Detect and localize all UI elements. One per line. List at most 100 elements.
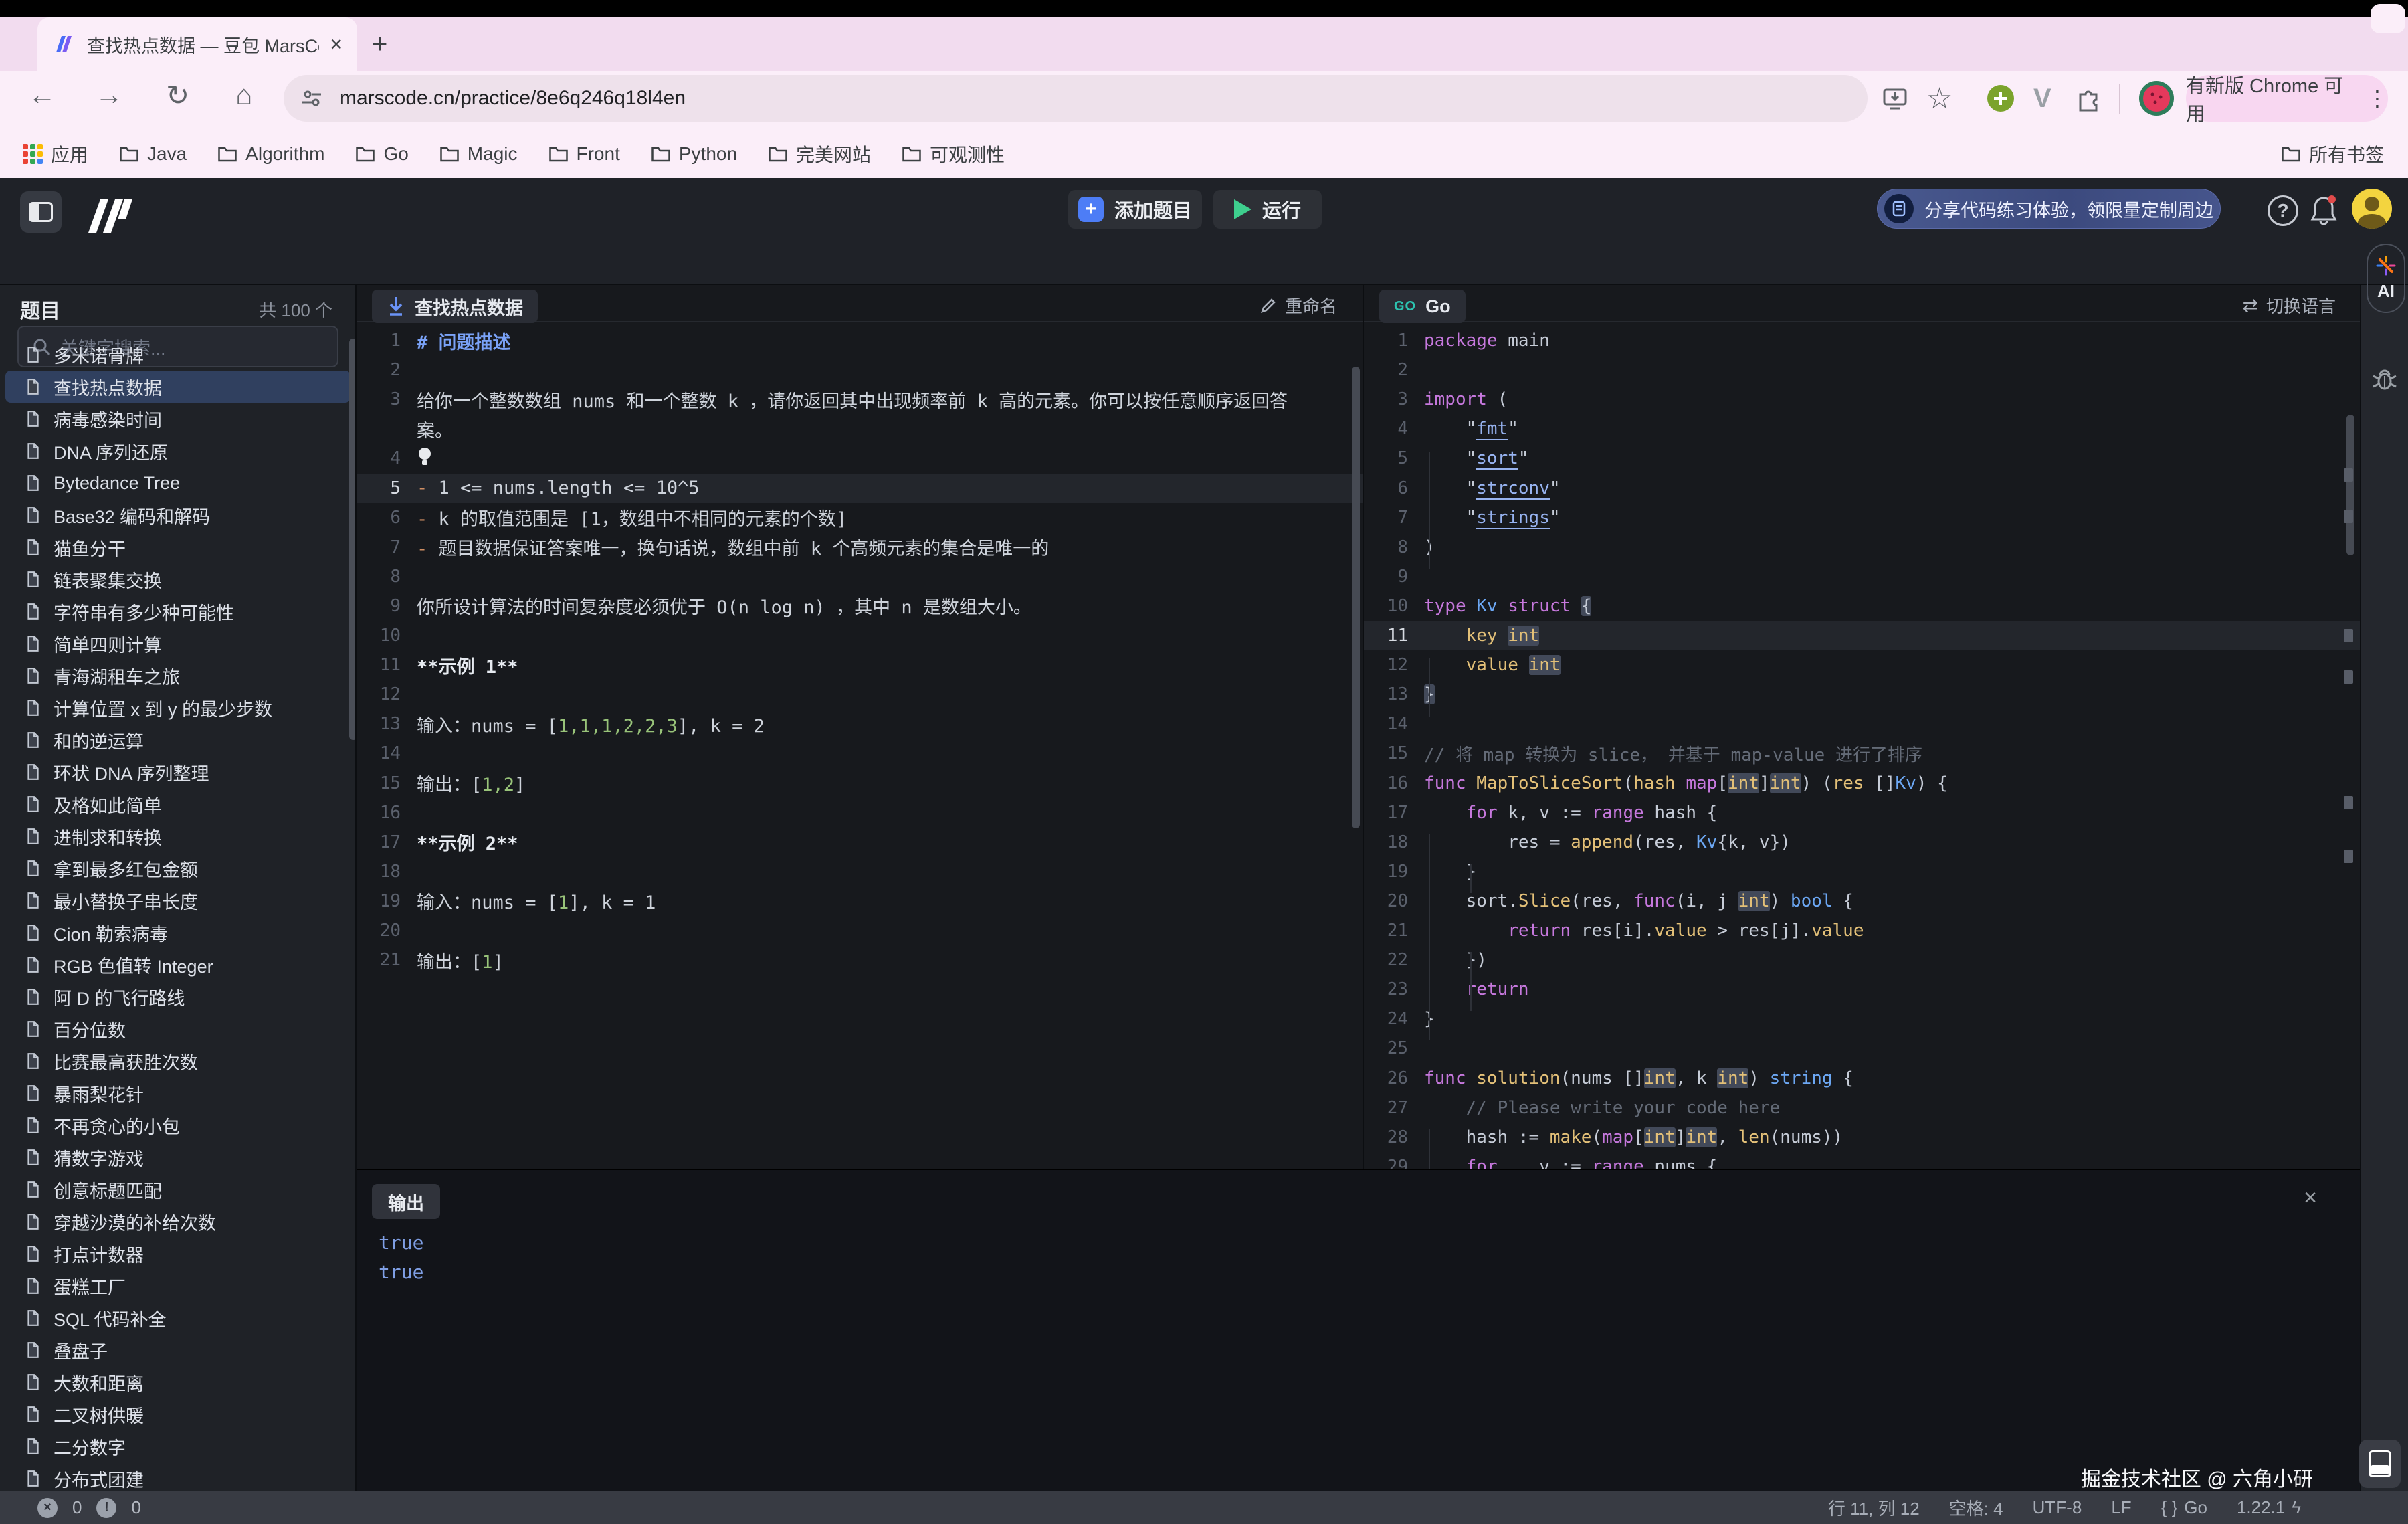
code-line[interactable]: 8) — [1364, 533, 2360, 562]
code-line[interactable]: 17**示例 2** — [357, 828, 1363, 857]
help-button[interactable]: ? — [2268, 195, 2298, 226]
code-line[interactable]: 5- 1 <= nums.length <= 10^5 — [357, 474, 1363, 503]
language-tab[interactable]: GO Go — [1379, 290, 1466, 323]
install-icon[interactable] — [1881, 75, 1909, 122]
sidebar-item[interactable]: 进制求和转换 — [5, 820, 350, 852]
code-line[interactable]: 20 — [357, 916, 1363, 945]
description-editor[interactable]: 1# 问题描述23给你一个整数数组 nums 和一个整数 k ，请你返回其中出现… — [357, 324, 1363, 1169]
code-line[interactable]: 11**示例 1** — [357, 650, 1363, 680]
code-line[interactable]: 19 } — [1364, 857, 2360, 886]
sidebar-item[interactable]: 创意标题匹配 — [5, 1173, 350, 1206]
tab-close-icon[interactable]: × — [330, 32, 342, 57]
bookmark-item[interactable]: 应用 — [23, 140, 88, 167]
sidebar-item[interactable]: Bytedance Tree — [5, 467, 350, 499]
home-icon[interactable]: ⌂ — [235, 79, 252, 111]
back-icon[interactable]: ← — [28, 79, 56, 111]
bookmark-item[interactable]: Algorithm — [217, 143, 324, 165]
sidebar-toggle-button[interactable] — [20, 191, 62, 233]
extensions-puzzle-icon[interactable] — [2075, 75, 2102, 122]
new-tab-button[interactable]: + — [372, 29, 387, 60]
sidebar-item[interactable]: 叠盘子 — [5, 1334, 350, 1366]
output-tab[interactable]: 输出 — [372, 1184, 440, 1219]
sidebar-item[interactable]: 计算位置 x 到 y 的最少步数 — [5, 692, 350, 724]
sidebar-item[interactable]: 链表聚集交换 — [5, 563, 350, 595]
code-line[interactable]: 16 — [357, 798, 1363, 828]
code-line[interactable]: 7- 题目数据保证答案唯一，换句话说，数组中前 k 个高频元素的集合是唯一的 — [357, 533, 1363, 562]
code-line[interactable]: 10type Kv struct { — [1364, 591, 2360, 621]
code-line[interactable]: 27 // Please write your code here — [1364, 1093, 2360, 1123]
bookmark-item[interactable]: Python — [651, 143, 737, 165]
code-line[interactable]: 26func solution(nums []int, k int) strin… — [1364, 1064, 2360, 1093]
code-line[interactable]: 20 sort.Slice(res, func(i, j int) bool { — [1364, 886, 2360, 916]
code-line[interactable]: 22 }) — [1364, 945, 2360, 975]
sidebar-item[interactable]: 二叉树供暖 — [5, 1398, 350, 1430]
ai-assistant-button[interactable]: AI — [2367, 244, 2405, 313]
menu-dots-icon[interactable]: ⋮ — [2367, 86, 2388, 111]
code-line[interactable]: 9 — [1364, 562, 2360, 591]
chrome-update-pill[interactable]: 有新版 Chrome 可用 ⋮ — [2186, 75, 2388, 122]
sidebar-item[interactable]: 查找热点数据 — [5, 371, 350, 403]
code-line[interactable]: 2 — [357, 355, 1363, 385]
code-line[interactable]: 9你所设计算法的时间复杂度必须优于 O(n log n) ，其中 n 是数组大小… — [357, 591, 1363, 621]
browser-tab[interactable]: 查找热点数据 — 豆包 MarsCod × — [37, 17, 357, 71]
code-line[interactable]: 1package main — [1364, 326, 2360, 355]
share-banner[interactable]: 分享代码练习体验，领限量定制周边 — [1877, 189, 2221, 229]
code-line[interactable]: 6- k 的取值范围是 [1，数组中不相同的元素的个数] — [357, 503, 1363, 533]
sidebar-item[interactable]: 最小替换子串长度 — [5, 884, 350, 917]
code-line[interactable]: 案。 — [357, 414, 1363, 444]
sidebar-item[interactable]: 百分位数 — [5, 1013, 350, 1045]
site-settings-icon[interactable] — [301, 88, 322, 109]
code-line[interactable]: 2 — [1364, 355, 2360, 385]
reload-icon[interactable]: ↻ — [166, 79, 189, 112]
sidebar-item[interactable]: 病毒感染时间 — [5, 403, 350, 435]
extension-add-icon[interactable] — [1985, 75, 2016, 122]
sidebar-item[interactable]: 字符串有多少种可能性 — [5, 595, 350, 628]
sidebar-item[interactable]: 环状 DNA 序列整理 — [5, 756, 350, 788]
bookmark-item[interactable]: Go — [355, 143, 408, 165]
sidebar-item[interactable]: SQL 代码补全 — [5, 1302, 350, 1334]
code-line[interactable]: 7 "strings" — [1364, 503, 2360, 533]
code-line[interactable]: 17 for k, v := range hash { — [1364, 798, 2360, 828]
status-segment[interactable]: UTF-8 — [2033, 1497, 2082, 1518]
bookmark-item[interactable]: Magic — [439, 143, 518, 165]
code-line[interactable]: 13输入：nums = [1,1,1,2,2,3], k = 2 — [357, 709, 1363, 739]
status-segment[interactable]: 空格: 4 — [1949, 1495, 2003, 1520]
sidebar-item[interactable]: 比赛最高获胜次数 — [5, 1045, 350, 1077]
forward-icon[interactable]: → — [95, 79, 123, 111]
code-line[interactable]: 12 — [357, 680, 1363, 709]
sidebar-item[interactable]: DNA 序列还原 — [5, 435, 350, 467]
description-scrollbar[interactable] — [1352, 367, 1360, 828]
status-segment[interactable]: LF — [2111, 1497, 2131, 1518]
notifications-button[interactable] — [2308, 194, 2340, 231]
sidebar-item[interactable]: 不再贪心的小包 — [5, 1109, 350, 1141]
bookmark-item[interactable]: 完美网站 — [768, 140, 871, 167]
code-line[interactable]: 14 — [1364, 709, 2360, 739]
sidebar-item[interactable]: 和的逆运算 — [5, 724, 350, 756]
code-editor[interactable]: 1package main23import (4 "fmt"5 "sort"6 … — [1364, 324, 2360, 1169]
code-line[interactable]: 21 return res[i].value > res[j].value — [1364, 916, 2360, 945]
code-line[interactable]: 14 — [357, 739, 1363, 768]
output-close-icon[interactable]: × — [2304, 1185, 2317, 1211]
rename-button[interactable]: 重命名 — [1260, 293, 1337, 318]
code-line[interactable]: 29 for _, v := range nums { — [1364, 1152, 2360, 1169]
code-line[interactable]: 19输入：nums = [1], k = 1 — [357, 886, 1363, 916]
code-line[interactable]: 16func MapToSliceSort(hash map[int]int) … — [1364, 769, 2360, 798]
description-tab[interactable]: 查找热点数据 — [372, 290, 538, 323]
code-line[interactable]: 21输出：[1] — [357, 945, 1363, 975]
bookmark-item[interactable]: 可观测性 — [902, 140, 1005, 167]
sidebar-item[interactable]: 简单四则计算 — [5, 628, 350, 660]
code-line[interactable]: 12 value int — [1364, 650, 2360, 680]
sidebar-item[interactable]: 阿 D 的飞行路线 — [5, 981, 350, 1013]
sidebar-item[interactable]: 猜数字游戏 — [5, 1141, 350, 1173]
code-line[interactable]: 4 — [357, 444, 1363, 473]
code-line[interactable]: 18 — [357, 857, 1363, 886]
user-avatar[interactable] — [2352, 189, 2392, 229]
code-line[interactable]: 15输出：[1,2] — [357, 769, 1363, 798]
status-segment[interactable]: 1.22.1ϟ — [2237, 1497, 2301, 1518]
sidebar-item[interactable]: 大数和距离 — [5, 1366, 350, 1398]
code-line[interactable]: 23 return — [1364, 975, 2360, 1004]
run-button[interactable]: 运行 — [1213, 190, 1322, 229]
sidebar-item[interactable]: 打点计数器 — [5, 1238, 350, 1270]
address-bar[interactable]: marscode.cn/practice/8e6q246q18l4en — [284, 75, 1868, 122]
bookmark-item[interactable]: Front — [548, 143, 620, 165]
